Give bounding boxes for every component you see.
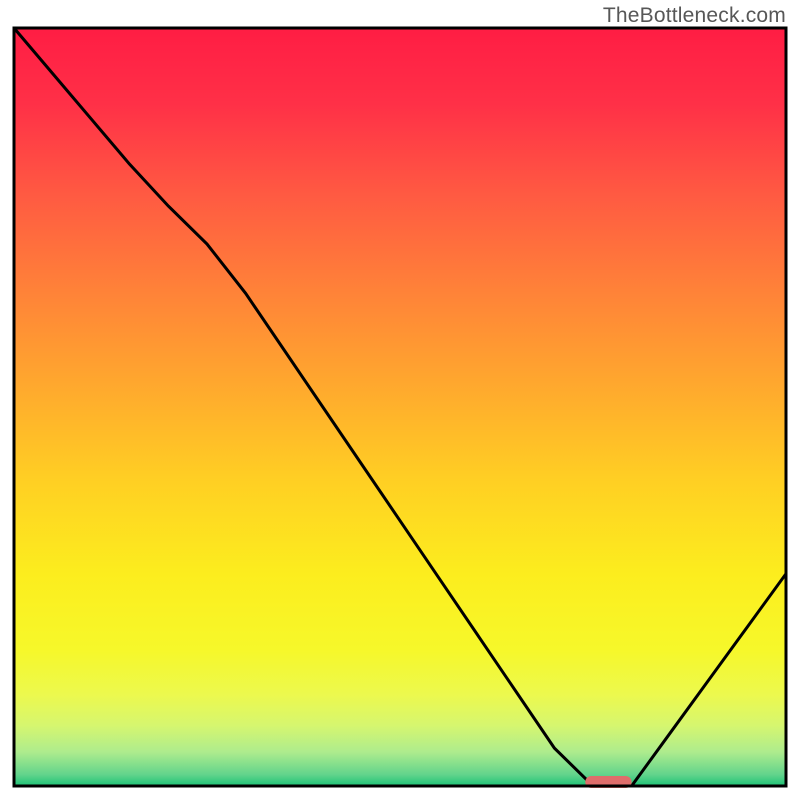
bottleneck-chart [0, 0, 800, 800]
plot-background [14, 28, 786, 786]
chart-container: TheBottleneck.com [0, 0, 800, 800]
watermark-text: TheBottleneck.com [603, 4, 786, 28]
